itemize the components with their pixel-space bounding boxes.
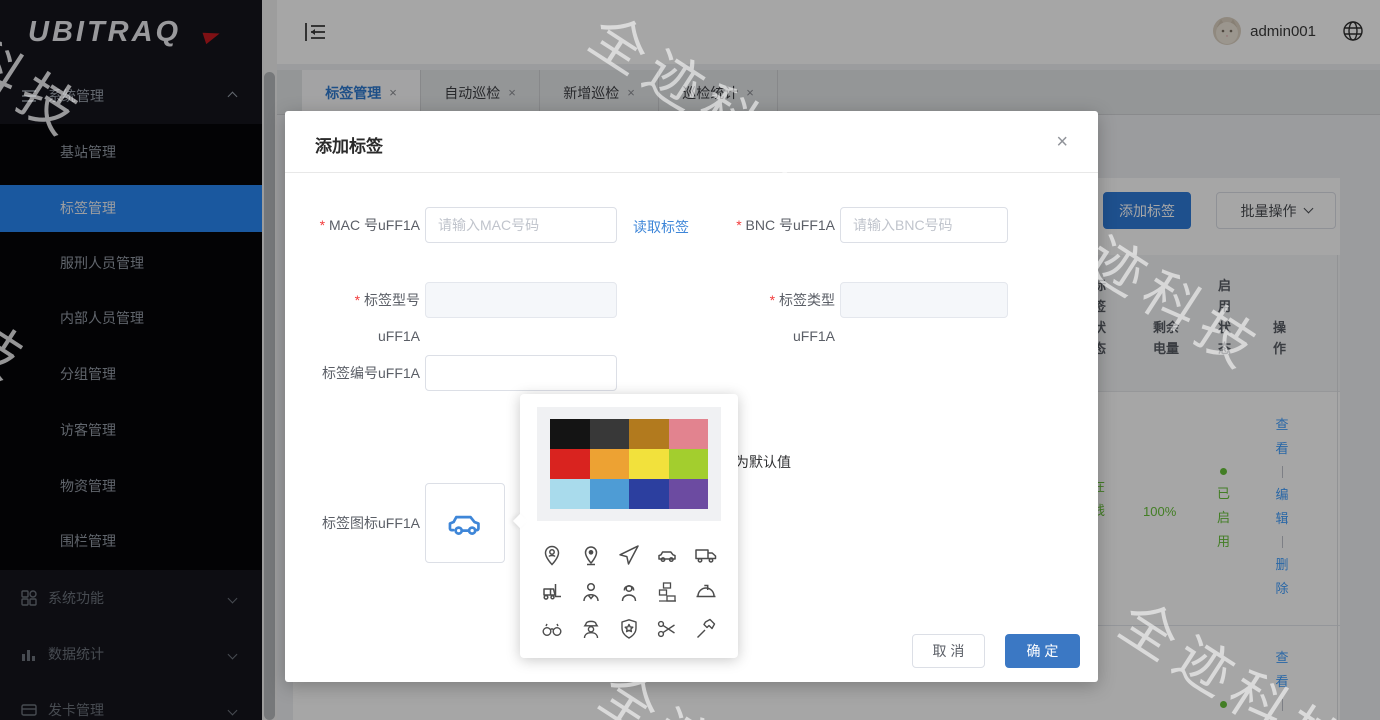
navigation-icon[interactable]: [610, 537, 648, 574]
star-badge-icon[interactable]: [610, 610, 648, 647]
female-person-icon[interactable]: [610, 574, 648, 611]
tag-code-label: 标签编号: [315, 355, 420, 391]
color-grid: [550, 419, 708, 509]
color-swatch[interactable]: [669, 419, 709, 449]
tag-type-label: 标签类型: [730, 282, 835, 318]
color-swatch[interactable]: [629, 419, 669, 449]
car-icon: [446, 504, 484, 542]
color-swatch[interactable]: [590, 479, 630, 509]
color-swatch[interactable]: [550, 449, 590, 479]
hammer-icon[interactable]: [687, 610, 725, 647]
color-swatch[interactable]: [629, 479, 669, 509]
color-swatch[interactable]: [629, 449, 669, 479]
male-person-icon[interactable]: [571, 574, 609, 611]
default-value-note: 为默认值: [735, 452, 791, 472]
tag-code-input[interactable]: [425, 355, 617, 391]
color-swatch[interactable]: [550, 479, 590, 509]
person-pin-icon[interactable]: [533, 537, 571, 574]
dialog-title: 添加标签: [315, 132, 383, 157]
tag-model-input[interactable]: [425, 282, 617, 318]
bnc-label: BNC 号: [730, 207, 835, 243]
boxes-icon[interactable]: [648, 574, 686, 611]
selected-icon-box[interactable]: [425, 483, 505, 563]
mac-label: MAC 号: [315, 207, 420, 243]
scissors-icon[interactable]: [648, 610, 686, 647]
forklift-icon[interactable]: [533, 574, 571, 611]
icon-grid: [533, 537, 725, 647]
tag-icon-label: 标签图标: [315, 505, 420, 541]
color-swatch[interactable]: [669, 449, 709, 479]
police-officer-icon[interactable]: [571, 610, 609, 647]
handcuffs-icon[interactable]: [533, 610, 571, 647]
location-pin-icon[interactable]: [571, 537, 609, 574]
close-icon[interactable]: ×: [1056, 131, 1068, 154]
bnc-input[interactable]: [840, 207, 1008, 243]
color-swatch[interactable]: [590, 419, 630, 449]
tag-type-input[interactable]: [840, 282, 1008, 318]
mac-input[interactable]: [425, 207, 617, 243]
read-tag-link[interactable]: 读取标签: [633, 217, 689, 237]
hardhat-icon[interactable]: [687, 574, 725, 611]
confirm-button[interactable]: 确 定: [1005, 634, 1080, 668]
icon-color-picker-popup: [520, 394, 738, 658]
tag-model-label: 标签型号: [315, 282, 420, 318]
app-root: UBITRAQ 系统管理 基站管理 标签管理 服刑人员管理 内部人员管理 分组管…: [0, 0, 1380, 720]
dialog-divider: [285, 172, 1098, 173]
color-swatch[interactable]: [669, 479, 709, 509]
truck-icon[interactable]: [687, 537, 725, 574]
color-swatch[interactable]: [590, 449, 630, 479]
color-swatch[interactable]: [550, 419, 590, 449]
color-panel: [537, 407, 721, 521]
cancel-button[interactable]: 取 消: [912, 634, 985, 668]
car-small-icon[interactable]: [648, 537, 686, 574]
